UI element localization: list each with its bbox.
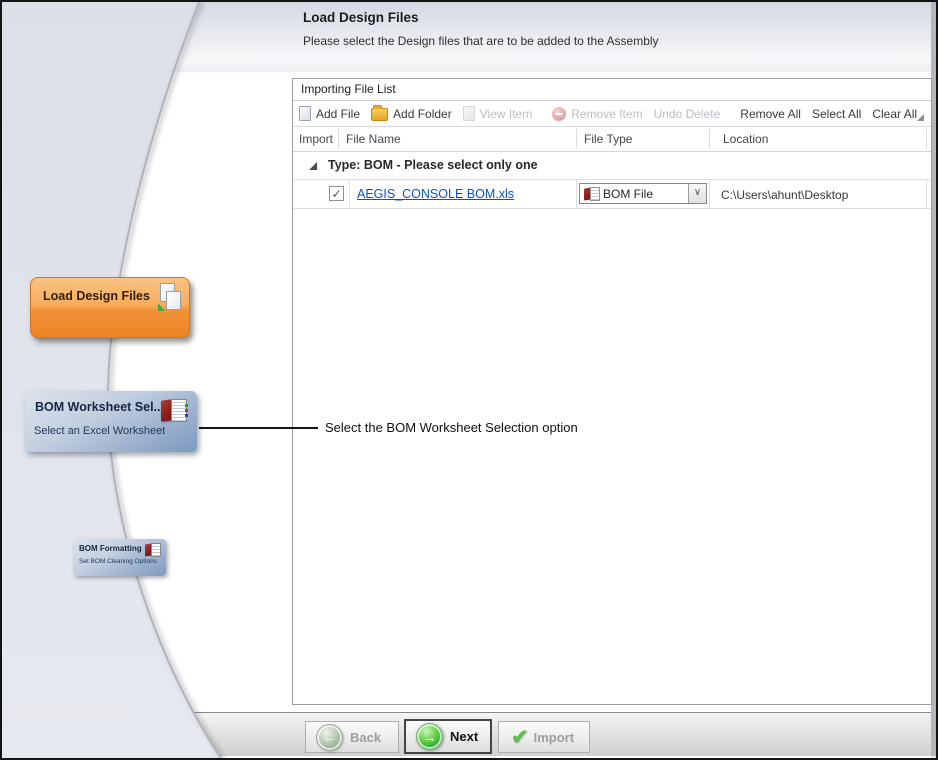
panel-title: Importing File List (293, 79, 931, 101)
column-divider (576, 129, 577, 149)
step-subtitle: Select an Excel Worksheet (34, 425, 165, 437)
bom-file-icon (584, 187, 600, 201)
remove-item-icon (552, 107, 566, 121)
add-folder-icon (371, 108, 388, 121)
group-expander-icon[interactable] (309, 162, 317, 170)
view-item-label: View Item (480, 107, 532, 121)
file-name-link[interactable]: AEGIS_CONSOLE BOM.xls (357, 187, 514, 201)
annotation-text: Select the BOM Worksheet Selection optio… (325, 420, 578, 435)
clear-all-button[interactable]: Clear All (872, 107, 917, 121)
column-divider (709, 129, 710, 149)
back-label: Back (350, 730, 381, 745)
wizard-window: Load Design Files Please select the Desi… (0, 0, 938, 760)
remove-all-label: Remove All (740, 107, 801, 121)
column-header-import[interactable]: Import (299, 132, 333, 146)
view-item-button[interactable]: View Item (463, 106, 532, 121)
add-folder-button[interactable]: Add Folder (371, 106, 452, 121)
step-bom-formatting[interactable]: BOM Formatting Set BOM Cleaning Options (73, 539, 166, 576)
next-arrow-icon: → (416, 723, 443, 750)
view-item-icon (463, 106, 475, 121)
file-type-value: BOM File (603, 187, 653, 201)
column-divider (338, 129, 339, 149)
excel-workbook-icon (161, 398, 189, 424)
back-button[interactable]: ← Back (305, 721, 399, 753)
cell-divider (926, 180, 927, 208)
location-cell: C:\Users\ahunt\Desktop (721, 188, 848, 202)
select-all-label: Select All (812, 107, 861, 121)
excel-workbook-icon (145, 543, 161, 558)
add-file-icon (299, 106, 311, 121)
import-check-icon: ✔ (511, 725, 529, 750)
step-load-design-files[interactable]: Load Design Files (30, 277, 190, 338)
step-bom-worksheet-selection[interactable]: BOM Worksheet Sel... Select an Excel Wor… (25, 391, 197, 452)
checkbox-check-icon: ✓ (331, 187, 341, 201)
select-all-button[interactable]: Select All (812, 107, 861, 121)
toolbar-resize-grip-icon[interactable] (917, 114, 924, 121)
cell-divider (349, 180, 350, 208)
column-header-file-type[interactable]: File Type (584, 132, 632, 146)
next-label: Next (450, 729, 478, 744)
next-button[interactable]: → Next (404, 719, 492, 754)
step-title: BOM Worksheet Sel... (35, 400, 164, 414)
file-type-combobox[interactable]: BOM File ∨ (579, 183, 707, 204)
column-header-file-name[interactable]: File Name (346, 132, 401, 146)
column-divider (926, 129, 927, 149)
load-files-icon (158, 283, 182, 311)
cell-divider (576, 180, 577, 208)
page-title: Load Design Files (303, 10, 419, 25)
combobox-dropdown-button[interactable]: ∨ (688, 184, 706, 203)
undo-delete-label: Undo Delete (654, 107, 721, 121)
cell-divider (709, 180, 710, 208)
group-header-row[interactable]: Type: BOM - Please select only one (293, 152, 931, 180)
group-header-label: Type: BOM - Please select only one (328, 158, 538, 172)
import-checkbox[interactable]: ✓ (329, 186, 344, 201)
step-title: Load Design Files (43, 289, 150, 303)
file-list-toolbar: Add File Add Folder View Item Remove Ite… (293, 101, 931, 127)
chevron-down-icon: ∨ (694, 187, 701, 198)
import-label: Import (534, 730, 574, 745)
remove-item-button[interactable]: Remove Item (552, 107, 642, 121)
clear-all-label: Clear All (872, 107, 917, 121)
file-table-row[interactable]: ✓ AEGIS_CONSOLE BOM.xls BOM File ∨ C:\Us… (293, 180, 931, 209)
remove-all-button[interactable]: Remove All (740, 107, 801, 121)
add-folder-label: Add Folder (393, 107, 452, 121)
page-subtitle: Please select the Design files that are … (303, 34, 659, 48)
remove-item-label: Remove Item (571, 107, 642, 121)
importing-file-list-panel: Importing File List Add File Add Folder … (292, 78, 932, 705)
undo-delete-button[interactable]: Undo Delete (654, 107, 721, 121)
add-file-label: Add File (316, 107, 360, 121)
table-header-row: Import File Name File Type Location (293, 127, 931, 152)
column-header-location[interactable]: Location (723, 132, 768, 146)
add-file-button[interactable]: Add File (299, 106, 360, 121)
step-subtitle: Set BOM Cleaning Options (79, 558, 157, 565)
annotation-line (199, 427, 318, 429)
import-button[interactable]: ✔ Import (498, 721, 590, 753)
step-title: BOM Formatting (79, 544, 142, 553)
back-arrow-icon: ← (316, 724, 343, 751)
